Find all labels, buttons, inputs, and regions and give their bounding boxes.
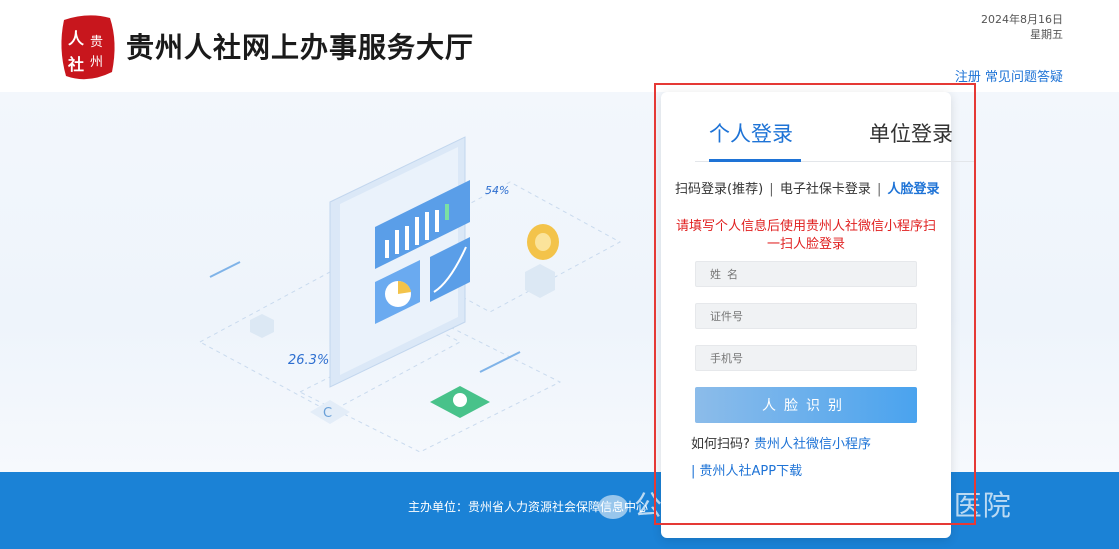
name-field[interactable] — [695, 261, 917, 287]
id-number-field[interactable] — [695, 303, 917, 329]
site-title: 贵州人社网上办事服务大厅 — [126, 31, 475, 64]
top-links: 注册 常见问题答疑 — [955, 66, 1063, 85]
card-login-link[interactable]: 电子社保卡登录 — [780, 182, 871, 197]
separator: | — [769, 182, 774, 197]
footer: 主办单位：贵州省人力资源社会保障信息中心 公众号 · 铜仁市第三人民医院 — [0, 472, 1119, 549]
svg-text:C: C — [323, 406, 332, 421]
login-card: 个人登录 单位登录 扫码登录(推荐) | 电子社保卡登录 | 人脸登录 请填写个… — [661, 92, 975, 538]
faq-link[interactable]: 常见问题答疑 — [985, 70, 1063, 85]
date-text: 2024年8月16日 — [981, 13, 1063, 26]
login-tabs: 个人登录 单位登录 — [695, 118, 975, 162]
svg-text:州: 州 — [90, 55, 103, 70]
svg-text:人: 人 — [68, 29, 85, 48]
register-link[interactable]: 注册 — [955, 70, 981, 85]
face-login-link[interactable]: 人脸登录 — [888, 182, 940, 197]
tab-personal-login[interactable]: 个人登录 — [709, 118, 793, 148]
percent-label-top: 54% — [485, 184, 509, 197]
how-to-scan-label: 如何扫码? — [691, 437, 750, 452]
tab-active-indicator — [709, 159, 801, 162]
weekday-text: 星期五 — [1030, 28, 1063, 41]
wechat-icon — [598, 495, 628, 519]
mini-program-link[interactable]: 贵州人社微信小程序 — [754, 437, 871, 452]
face-recognition-button[interactable]: 人脸识别 — [695, 387, 917, 423]
percent-label-left: 26.3% — [288, 353, 329, 368]
dashboard-illustration: C 54% 26.3% — [198, 136, 622, 453]
logo-seal: 人 社 贵 州 — [61, 15, 115, 80]
face-login-notice: 请填写个人信息后使用贵州人社微信小程序扫一扫人脸登录 — [675, 219, 936, 252]
scan-login-link[interactable]: 扫码登录(推荐) — [675, 182, 763, 197]
tab-unit-login[interactable]: 单位登录 — [869, 118, 953, 148]
svg-text:贵: 贵 — [90, 35, 103, 50]
app-download-link[interactable]: | 贵州人社APP下载 — [691, 460, 802, 479]
login-methods: 扫码登录(推荐) | 电子社保卡登录 | 人脸登录 — [675, 178, 940, 197]
header: 人 社 贵 州 贵州人社网上办事服务大厅 2024年8月16日 星期五 注册 常… — [0, 0, 1119, 92]
svg-text:社: 社 — [67, 55, 84, 74]
how-to-scan: 如何扫码? 贵州人社微信小程序 — [691, 433, 871, 452]
separator: | — [876, 182, 882, 197]
date-display: 2024年8月16日 星期五 — [981, 12, 1063, 42]
page: 人 社 贵 州 贵州人社网上办事服务大厅 2024年8月16日 星期五 注册 常… — [0, 0, 1119, 549]
phone-field[interactable] — [695, 345, 917, 371]
